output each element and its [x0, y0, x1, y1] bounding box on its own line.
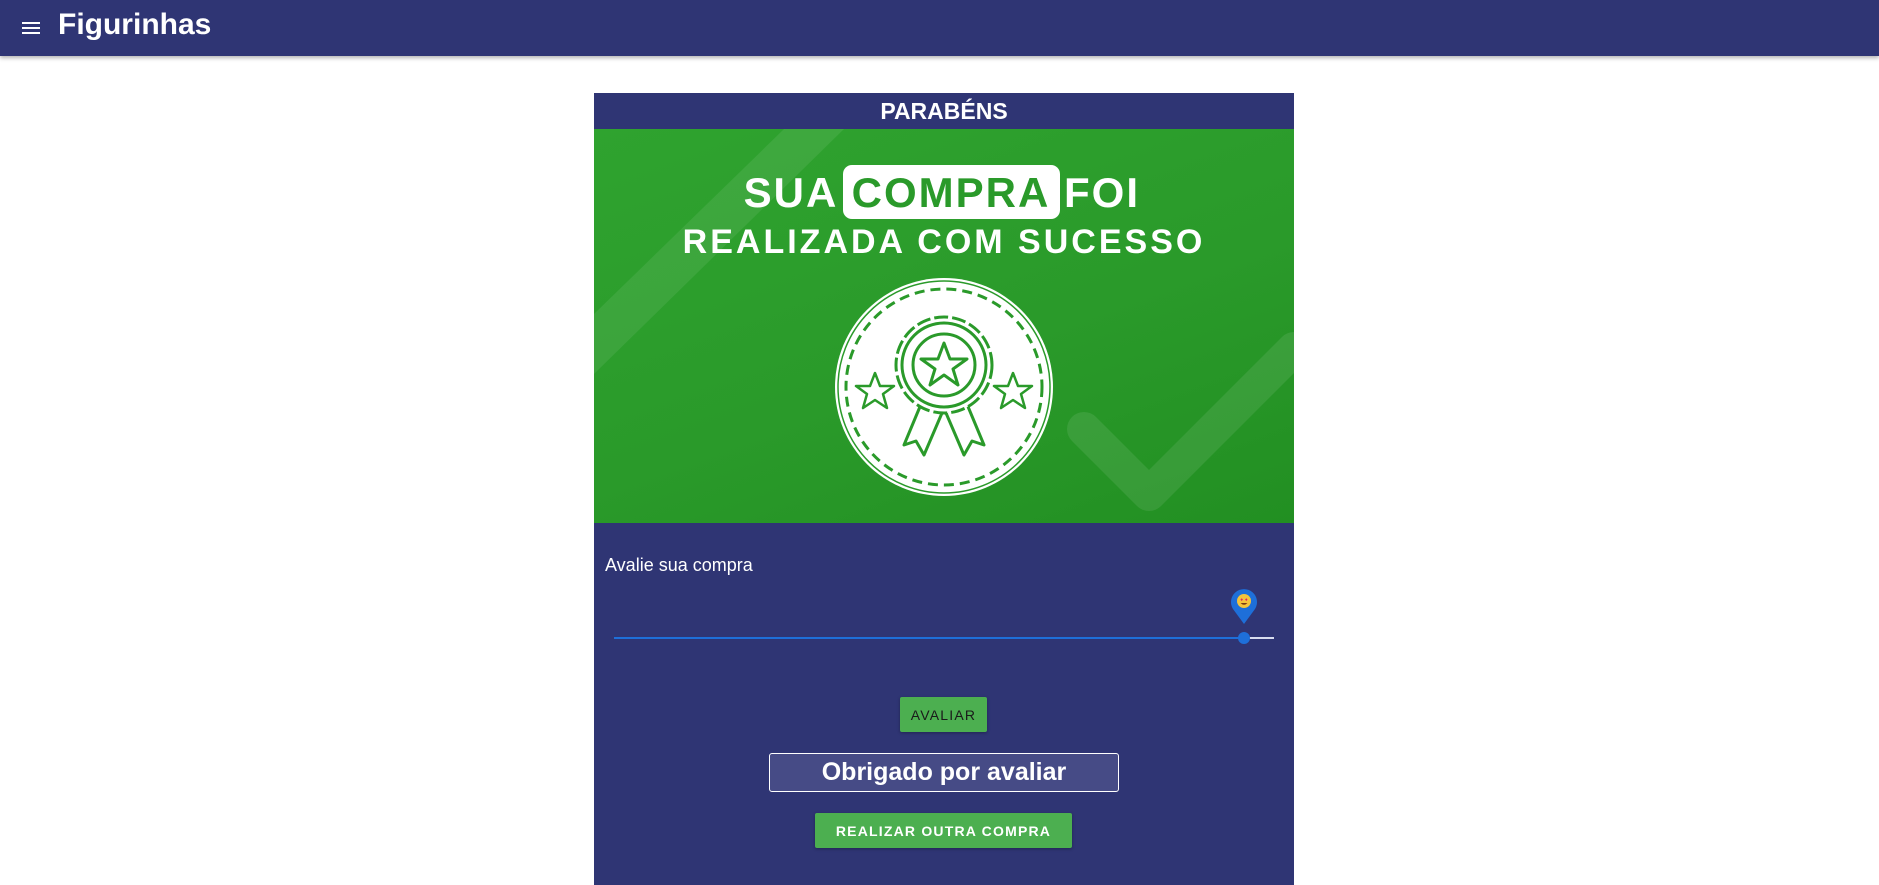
thanks-message: Obrigado por avaliar	[769, 753, 1119, 792]
headline-word-compra: COMPRA	[852, 169, 1051, 216]
card-header: PARABÉNS	[880, 97, 1008, 124]
rating-slider[interactable]	[614, 589, 1274, 653]
menu-icon[interactable]	[22, 16, 46, 40]
slider-track-filled	[614, 637, 1244, 639]
rating-section: Avalie sua compra AVALIAR Obrigado por a…	[594, 523, 1294, 885]
app-title: Figurinhas	[58, 8, 212, 41]
heart-eyes-emoji-icon	[1231, 589, 1257, 624]
success-card: PARABÉNS SUA COMPRA FOI REALIZADA COM SU…	[594, 93, 1294, 885]
headline-word-foi: FOI	[1064, 169, 1140, 216]
slider-thumb[interactable]	[1238, 632, 1250, 644]
headline-word-sua: SUA	[744, 169, 839, 216]
award-ribbon-icon	[835, 278, 1053, 496]
avaliar-button[interactable]: AVALIAR	[900, 697, 987, 732]
rating-label: Avalie sua compra	[605, 555, 753, 575]
app-bar: Figurinhas	[0, 0, 1879, 56]
banner-graphic: SUA COMPRA FOI REALIZADA COM SUCESSO	[594, 129, 1294, 511]
headline-line2: REALIZADA COM SUCESSO	[683, 223, 1206, 261]
success-banner: SUA COMPRA FOI REALIZADA COM SUCESSO	[594, 129, 1294, 523]
checkmark-icon	[1067, 332, 1294, 511]
new-purchase-button[interactable]: REALIZAR OUTRA COMPRA	[815, 813, 1072, 848]
